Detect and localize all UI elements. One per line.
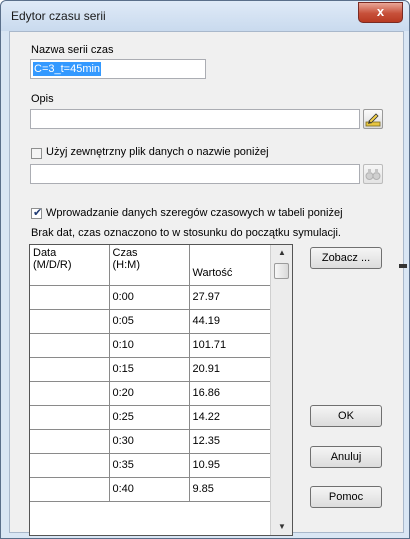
- cell-time[interactable]: 0:00: [108, 284, 190, 310]
- table-row: 0:30 12.35: [30, 428, 271, 454]
- close-button[interactable]: x: [358, 2, 403, 23]
- series-name-value: C=3_t=45min: [33, 62, 102, 76]
- cell-value[interactable]: 20.91: [188, 356, 271, 382]
- header-time: Czas (H:M): [108, 245, 190, 286]
- table-row: 0:35 10.95: [30, 452, 271, 478]
- series-name-input[interactable]: C=3_t=45min: [30, 59, 206, 79]
- cell-time[interactable]: 0:25: [108, 404, 190, 430]
- cell-date[interactable]: [30, 428, 110, 454]
- cell-value[interactable]: 101.71: [188, 332, 271, 358]
- table-entry-checkbox[interactable]: ✔: [31, 207, 43, 219]
- ok-button[interactable]: OK: [310, 405, 382, 427]
- table-row: 0:00 27.97: [30, 284, 271, 310]
- cell-date[interactable]: [30, 476, 110, 502]
- cell-value[interactable]: 27.97: [188, 284, 271, 310]
- series-name-label: Nazwa serii czas: [31, 44, 114, 56]
- window-title: Edytor czasu serii: [11, 9, 106, 23]
- table-row: 0:40 9.85: [30, 476, 271, 502]
- description-label: Opis: [31, 93, 54, 105]
- cell-time[interactable]: 0:15: [108, 356, 190, 382]
- header-date: Data (M/D/R): [30, 245, 110, 286]
- cell-time[interactable]: 0:35: [108, 452, 190, 478]
- data-grid: Data (M/D/R) Czas (H:M) Wartość 0:00 27.9…: [30, 245, 271, 502]
- header-value: Wartość: [188, 245, 271, 286]
- table-row: 0:15 20.91: [30, 356, 271, 382]
- browse-file-button[interactable]: [363, 164, 383, 184]
- cell-date[interactable]: [30, 332, 110, 358]
- dialog-body: Nazwa serii czas C=3_t=45min Opis Użyj z…: [9, 31, 404, 536]
- cell-date[interactable]: [30, 308, 110, 334]
- header-value-text: Wartość: [192, 266, 233, 279]
- cell-date[interactable]: [30, 356, 110, 382]
- title-bar: Edytor czasu serii x: [1, 1, 409, 31]
- cell-date[interactable]: [30, 404, 110, 430]
- scroll-up-icon[interactable]: ▲: [271, 245, 292, 261]
- scroll-thumb[interactable]: [274, 263, 289, 279]
- description-input[interactable]: [30, 109, 360, 129]
- cell-date[interactable]: [30, 380, 110, 406]
- dialog-window: Edytor czasu serii x Nazwa serii czas C=…: [0, 0, 410, 539]
- cell-date[interactable]: [30, 452, 110, 478]
- external-file-label: Użyj zewnętrzny plik danych o nazwie pon…: [46, 146, 269, 158]
- header-time-text: Czas (H:M): [112, 247, 141, 271]
- view-button[interactable]: Zobacz ...: [310, 247, 382, 269]
- cell-value[interactable]: 12.35: [188, 428, 271, 454]
- cell-value[interactable]: 10.95: [188, 452, 271, 478]
- edit-description-button[interactable]: [363, 109, 383, 129]
- cell-time[interactable]: 0:30: [108, 428, 190, 454]
- table-header-row: Data (M/D/R) Czas (H:M) Wartość: [30, 245, 271, 286]
- splitter-grip-icon: [399, 264, 407, 268]
- table-entry-label: Wprowadzanie danych szeregów czasowych w…: [46, 207, 343, 219]
- cell-value[interactable]: 14.22: [188, 404, 271, 430]
- cell-time[interactable]: 0:40: [108, 476, 190, 502]
- help-button[interactable]: Pomoc: [310, 486, 382, 508]
- table-row: 0:20 16.86: [30, 380, 271, 406]
- time-series-table: Data (M/D/R) Czas (H:M) Wartość 0:00 27.9…: [29, 244, 293, 536]
- pencil-edit-icon: [365, 113, 381, 127]
- cell-time[interactable]: 0:20: [108, 380, 190, 406]
- binoculars-icon: [365, 169, 381, 180]
- cell-date[interactable]: [30, 284, 110, 310]
- scroll-down-icon[interactable]: ▼: [271, 519, 292, 535]
- table-row: 0:10 101.71: [30, 332, 271, 358]
- checkmark-icon: ✔: [33, 207, 43, 219]
- table-scrollbar[interactable]: ▲ ▼: [270, 245, 292, 535]
- cell-value[interactable]: 44.19: [188, 308, 271, 334]
- external-file-input[interactable]: [30, 164, 360, 184]
- header-date-text: Data (M/D/R): [33, 247, 72, 271]
- external-file-checkbox[interactable]: [31, 148, 42, 159]
- table-row: 0:25 14.22: [30, 404, 271, 430]
- table-row: 0:05 44.19: [30, 308, 271, 334]
- cell-time[interactable]: 0:05: [108, 308, 190, 334]
- table-note: Brak dat, czas oznaczono to w stosunku d…: [31, 227, 341, 239]
- cell-time[interactable]: 0:10: [108, 332, 190, 358]
- cancel-button[interactable]: Anuluj: [310, 446, 382, 468]
- cell-value[interactable]: 16.86: [188, 380, 271, 406]
- cell-value[interactable]: 9.85: [188, 476, 271, 502]
